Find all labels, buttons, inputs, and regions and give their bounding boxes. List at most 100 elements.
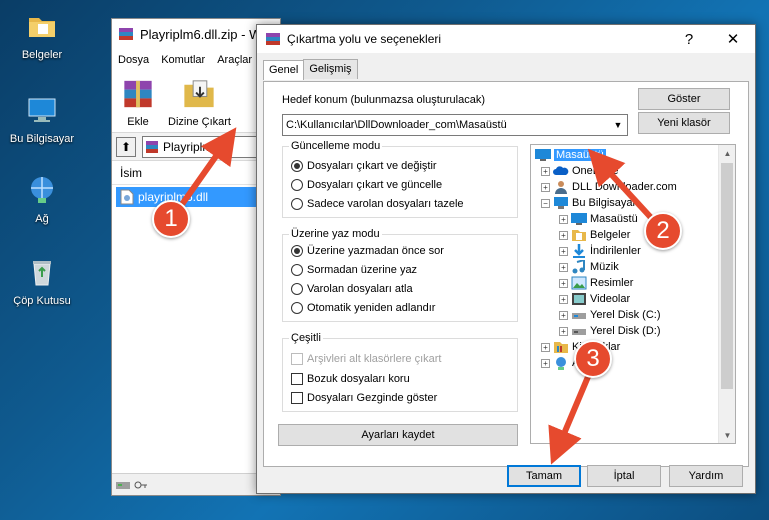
chevron-down-icon[interactable]: ▼ [609, 115, 627, 135]
checkbox-keep-broken-files[interactable]: Bozuk dosyaları koru [291, 373, 410, 385]
expand-icon[interactable]: + [559, 310, 568, 320]
desktop-icon-belgeler[interactable]: Belgeler [4, 10, 80, 61]
tree-item-downloads[interactable]: + İndirilenler [559, 243, 641, 259]
radio-auto-rename[interactable]: Otomatik yeniden adlandır [291, 302, 435, 314]
radio-button[interactable] [291, 245, 303, 257]
checkbox[interactable] [291, 373, 303, 385]
radio-skip-existing[interactable]: Varolan dosyaları atla [291, 283, 413, 295]
user-icon [555, 181, 567, 194]
annotation-marker-3: 3 [574, 340, 612, 378]
radio-button[interactable] [291, 283, 303, 295]
collapse-icon[interactable]: − [541, 198, 550, 208]
checkbox-label: Arşivleri alt klasörlere çıkart [307, 353, 442, 365]
radio-button[interactable] [291, 264, 303, 276]
new-folder-button[interactable]: Yeni klasör [638, 112, 730, 134]
annotation-marker-2: 2 [644, 212, 682, 250]
dll-file-icon [120, 189, 134, 205]
show-button[interactable]: Göster [638, 88, 730, 110]
tree-item-documents[interactable]: + Belgeler [559, 227, 630, 243]
tree-item-label: Videolar [590, 293, 631, 305]
winrar-title: Playriplm6.dll.zip - W [140, 26, 262, 42]
tree-item-this-pc-desktop[interactable]: + Masaüstü [559, 211, 638, 227]
tree-scrollbar[interactable]: ▲ ▼ [718, 145, 735, 443]
menu-dosya[interactable]: Dosya [118, 54, 149, 66]
scroll-thumb[interactable] [721, 163, 733, 389]
overwrite-mode-group: Üzerine yaz modu Üzerine yazmadan önce s… [282, 228, 518, 322]
radio-extract-replace[interactable]: Dosyaları çıkart ve değiştir [291, 160, 437, 172]
scroll-down-icon[interactable]: ▼ [719, 427, 735, 443]
tab-gelismis[interactable]: Gelişmiş [303, 59, 358, 79]
dialog-title-bar: Çıkartma yolu ve seçenekleri ? ✕ [257, 25, 755, 53]
up-folder-button[interactable]: ⬆ [116, 136, 136, 157]
tree-item-this-pc[interactable]: − Bu Bilgisayar [541, 195, 636, 211]
expand-icon[interactable]: + [541, 342, 550, 352]
folder-tree[interactable]: Masaüstü + OneDrive + DLL Downloader.com… [530, 144, 736, 444]
expand-icon[interactable]: + [559, 294, 568, 304]
destination-path-combobox[interactable]: C:\Kullanıcılar\DllDownloader_com\Masaüs… [282, 114, 628, 136]
tree-item-user[interactable]: + DLL Downloader.com [541, 179, 677, 195]
recycle-bin-icon [33, 261, 51, 286]
radio-extract-update[interactable]: Dosyaları çıkart ve güncelle [291, 179, 442, 191]
update-mode-title: Güncelleme modu [289, 140, 383, 152]
radio-button[interactable] [291, 302, 303, 314]
winrar-path-bar: ⬆ Playriplm6 [112, 133, 280, 161]
expand-icon[interactable]: + [559, 230, 568, 240]
expand-icon[interactable]: + [541, 166, 550, 176]
videos-icon [572, 293, 586, 305]
radio-button[interactable] [291, 198, 303, 210]
expand-icon[interactable]: + [559, 246, 568, 256]
desktop-icon-label: Çöp Kutusu [13, 295, 71, 307]
tree-item-videos[interactable]: + Videolar [559, 291, 630, 307]
close-button[interactable]: ✕ [711, 25, 755, 53]
radio-button[interactable] [291, 160, 303, 172]
help-button[interactable]: Yardım [669, 465, 743, 487]
menu-araclar[interactable]: Araçlar [217, 54, 252, 66]
expand-icon[interactable]: + [559, 214, 568, 224]
add-button[interactable]: Ekle [118, 75, 158, 128]
expand-icon[interactable]: + [541, 358, 550, 368]
radio-freshen-existing[interactable]: Sadece varolan dosyaları tazele [291, 198, 464, 210]
expand-icon[interactable]: + [559, 278, 568, 288]
expand-icon[interactable]: + [559, 326, 568, 336]
extract-folder-icon [184, 80, 215, 108]
file-row[interactable]: playriplm6.dll [116, 187, 276, 207]
tree-item-label: Bu Bilgisayar [572, 197, 637, 209]
radio-ask-before-overwrite[interactable]: Üzerine yazmadan önce sor [291, 245, 444, 257]
drive-icon [572, 329, 586, 335]
desktop-icon-bu-bilgisayar[interactable]: Bu Bilgisayar [4, 94, 80, 145]
desktop-icon-label: Ağ [35, 213, 49, 225]
tree-item-desktop[interactable]: Masaüstü [535, 147, 606, 163]
desktop-icon-cop-kutusu[interactable]: Çöp Kutusu [4, 256, 80, 307]
cancel-button[interactable]: İptal [587, 465, 661, 487]
scroll-up-icon[interactable]: ▲ [719, 145, 735, 161]
library-icon [554, 342, 568, 353]
radio-button[interactable] [291, 179, 303, 191]
up-arrow-icon: ⬆ [120, 139, 132, 154]
tree-item-music[interactable]: + Müzik [559, 259, 619, 275]
checkbox-show-in-explorer[interactable]: Dosyaları Gezginde göster [291, 392, 437, 404]
close-icon: ✕ [726, 31, 740, 48]
tree-item-drive-d[interactable]: + Yerel Disk (D:) [559, 323, 661, 339]
key-icon [134, 481, 147, 488]
save-settings-button[interactable]: Ayarları kaydet [278, 424, 518, 446]
radio-overwrite-without-prompt[interactable]: Sormadan üzerine yaz [291, 264, 417, 276]
tree-item-label: Masaüstü [554, 149, 606, 161]
tree-item-pictures[interactable]: + Resimler [559, 275, 633, 291]
column-header-name[interactable]: İsim [112, 161, 280, 185]
help-title-button[interactable]: ? [667, 25, 711, 53]
network-icon [556, 357, 566, 370]
tree-item-label: İndirilenler [590, 245, 641, 257]
checkbox[interactable] [291, 392, 303, 404]
ok-button[interactable]: Tamam [507, 465, 581, 487]
desktop-icon-ag[interactable]: Ağ [4, 174, 80, 225]
tree-item-drive-c[interactable]: + Yerel Disk (C:) [559, 307, 661, 323]
extract-to-button[interactable]: Dizine Çıkart [168, 75, 231, 128]
tree-item-onedrive[interactable]: + OneDrive [541, 163, 618, 179]
tree-item-label: Masaüstü [590, 213, 638, 225]
computer-icon [554, 197, 568, 209]
tab-genel[interactable]: Genel [263, 60, 305, 80]
expand-icon[interactable]: + [559, 262, 568, 272]
expand-icon[interactable]: + [541, 182, 550, 192]
menu-komutlar[interactable]: Komutlar [161, 54, 205, 66]
radio-label: Dosyaları çıkart ve değiştir [307, 160, 437, 172]
